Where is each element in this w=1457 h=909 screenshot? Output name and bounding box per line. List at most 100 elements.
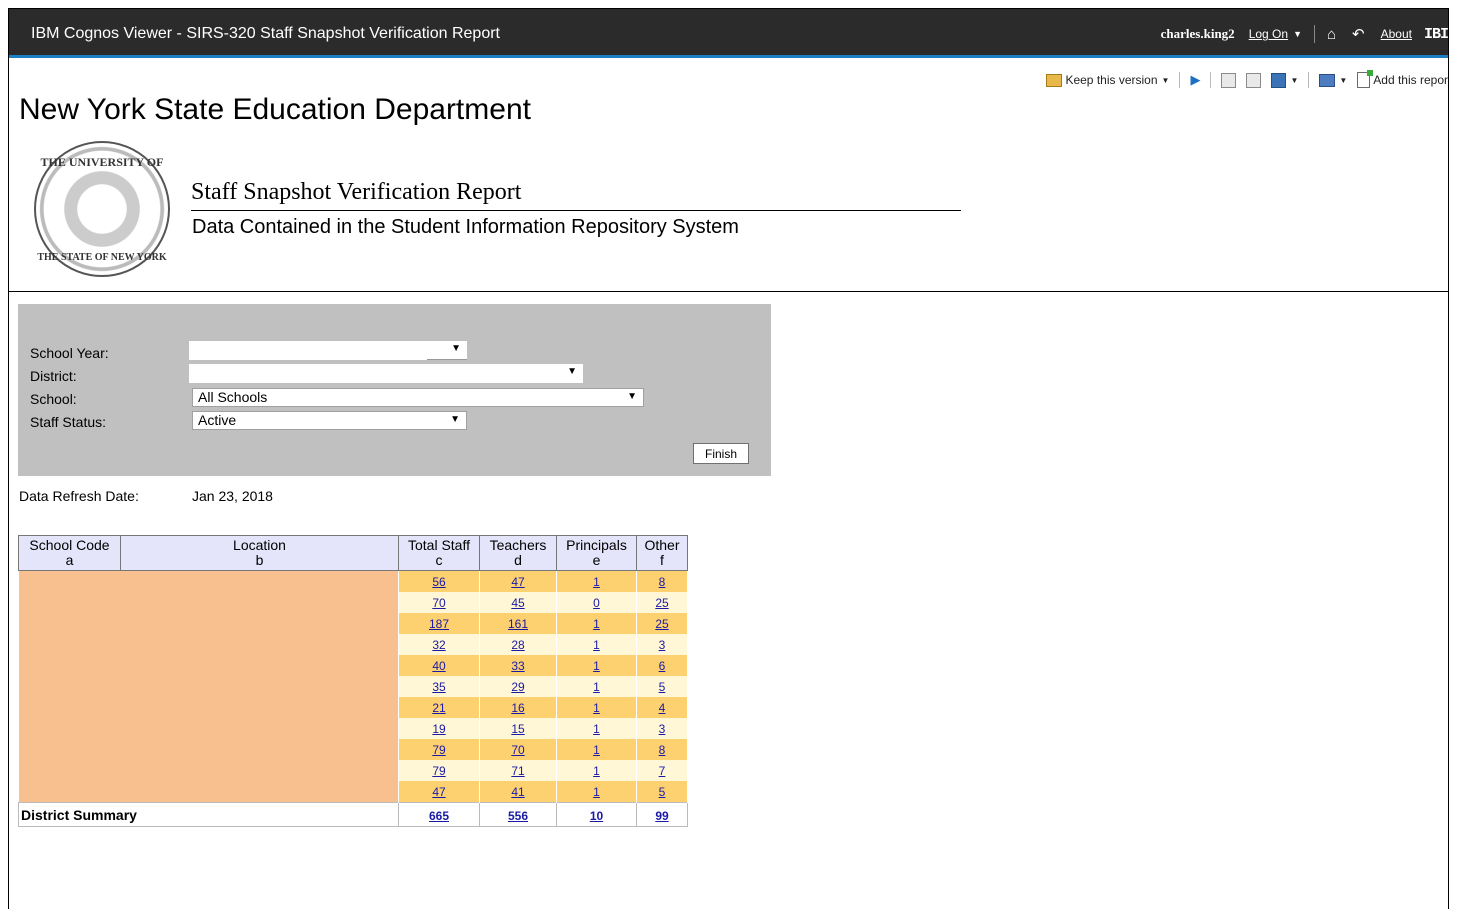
teachers-cell: 29 — [479, 676, 557, 697]
other-link[interactable]: 25 — [655, 596, 668, 610]
teachers-link[interactable]: 161 — [508, 617, 528, 631]
principals-cell: 1 — [556, 760, 637, 781]
other-cell: 3 — [636, 634, 688, 655]
home-icon[interactable]: ⌂ — [1327, 26, 1336, 43]
teachers-link[interactable]: 71 — [511, 764, 524, 778]
header-letter: c — [435, 552, 443, 568]
principals-link[interactable]: 1 — [593, 701, 600, 715]
other-link[interactable]: 3 — [659, 722, 666, 736]
other-link[interactable]: 3 — [659, 638, 666, 652]
total-staff-link[interactable]: 70 — [432, 596, 445, 610]
chevron-down-icon: ▼ — [1339, 75, 1348, 85]
drill-up-button[interactable] — [1246, 72, 1262, 88]
table-header-row: School Code a Location b Total Staff c Teac… — [18, 535, 688, 571]
state-seal-logo: THE UNIVERSITY OF THE STATE OF NEW YORK — [34, 141, 170, 277]
teachers-cell: 33 — [479, 655, 557, 676]
view-format-button[interactable]: ▼ — [1319, 73, 1348, 87]
header-divider — [9, 291, 1448, 292]
other-link[interactable]: 7 — [659, 764, 666, 778]
drill-up-icon — [1246, 72, 1262, 88]
teachers-link[interactable]: 15 — [511, 722, 524, 736]
other-link[interactable]: 5 — [659, 785, 666, 799]
add-report-button[interactable]: Add this repor — [1357, 70, 1448, 88]
principals-link[interactable]: 1 — [593, 785, 600, 799]
teachers-cell: 71 — [479, 760, 557, 781]
principals-link[interactable]: 1 — [593, 680, 600, 694]
principals-cell: 1 — [556, 697, 637, 718]
log-on-chevron-icon[interactable]: ▼ — [1293, 29, 1302, 39]
total-staff-link[interactable]: 79 — [432, 743, 445, 757]
add-report-label: Add this repor — [1373, 73, 1448, 87]
teachers-link[interactable]: 70 — [511, 743, 524, 757]
principals-link[interactable]: 1 — [593, 575, 600, 589]
chevron-down-icon: ▼ — [1290, 75, 1299, 85]
related-links-icon — [1271, 72, 1287, 88]
about-link[interactable]: About — [1381, 27, 1412, 41]
total-staff-link[interactable]: 40 — [432, 659, 445, 673]
teachers-link[interactable]: 45 — [511, 596, 524, 610]
total-staff-link[interactable]: 21 — [432, 701, 445, 715]
total-staff-link[interactable]: 32 — [432, 638, 445, 652]
return-icon[interactable]: ↶ — [1352, 25, 1365, 43]
other-link[interactable]: 8 — [659, 575, 666, 589]
principals-link[interactable]: 1 — [593, 659, 600, 673]
district-summary-label: District Summary — [18, 802, 399, 827]
summary-principals-link[interactable]: 10 — [590, 809, 603, 823]
teachers-link[interactable]: 16 — [511, 701, 524, 715]
principals-link[interactable]: 0 — [593, 596, 600, 610]
other-link[interactable]: 8 — [659, 743, 666, 757]
seal-top-text: THE UNIVERSITY OF — [40, 155, 164, 169]
run-icon[interactable]: ▶ — [1190, 72, 1200, 88]
summary-principals-cell: 10 — [556, 802, 637, 827]
keep-version-label: Keep this version — [1065, 73, 1158, 87]
other-cell: 7 — [636, 760, 688, 781]
teachers-link[interactable]: 41 — [511, 785, 524, 799]
total-staff-link[interactable]: 79 — [432, 764, 445, 778]
chevron-down-icon: ▼ — [567, 366, 577, 377]
total-staff-link[interactable]: 19 — [432, 722, 445, 736]
district-select[interactable]: ▼ — [189, 364, 583, 383]
school-year-select[interactable]: ▼ — [189, 341, 467, 360]
principals-link[interactable]: 1 — [593, 764, 600, 778]
principals-link[interactable]: 1 — [593, 743, 600, 757]
column-header-principals: Principals e — [556, 535, 637, 571]
other-link[interactable]: 6 — [659, 659, 666, 673]
summary-teachers-link[interactable]: 556 — [508, 809, 528, 823]
column-header-location: Location b — [120, 535, 399, 571]
total-staff-link[interactable]: 187 — [429, 617, 449, 631]
header-letter: a — [65, 552, 74, 568]
other-cell: 5 — [636, 676, 688, 697]
summary-total-link[interactable]: 665 — [429, 809, 449, 823]
keep-version-button[interactable]: Keep this version ▼ — [1046, 73, 1169, 87]
total-staff-link[interactable]: 47 — [432, 785, 445, 799]
other-link[interactable]: 5 — [659, 680, 666, 694]
select-underline — [427, 359, 467, 360]
teachers-link[interactable]: 33 — [511, 659, 524, 673]
staff-status-select[interactable]: Active ▼ — [192, 411, 467, 430]
school-select[interactable]: All Schools ▼ — [192, 388, 644, 407]
seal-bottom-text: THE STATE OF NEW YORK — [37, 252, 167, 263]
school-label: School: — [30, 391, 77, 407]
report-title: Staff Snapshot Verification Report — [191, 179, 522, 205]
total-staff-link[interactable]: 56 — [432, 575, 445, 589]
table-row: 56 47 1 8 — [18, 570, 688, 803]
principals-cell: 1 — [556, 655, 637, 676]
log-on-link[interactable]: Log On — [1249, 27, 1288, 41]
summary-total-cell: 665 — [398, 802, 480, 827]
summary-other-link[interactable]: 99 — [655, 809, 668, 823]
window-title: IBM Cognos Viewer - SIRS-320 Staff Snaps… — [31, 25, 500, 42]
related-links-button[interactable]: ▼ — [1271, 72, 1299, 88]
finish-button[interactable]: Finish — [693, 443, 749, 464]
teachers-link[interactable]: 47 — [511, 575, 524, 589]
other-link[interactable]: 25 — [655, 617, 668, 631]
total-staff-link[interactable]: 35 — [432, 680, 445, 694]
principals-link[interactable]: 1 — [593, 617, 600, 631]
other-link[interactable]: 4 — [659, 701, 666, 715]
teachers-link[interactable]: 28 — [511, 638, 524, 652]
drill-down-button[interactable] — [1221, 72, 1237, 88]
principals-link[interactable]: 1 — [593, 638, 600, 652]
total-staff-cell: 47 — [398, 781, 480, 803]
principals-cell: 1 — [556, 676, 637, 697]
teachers-link[interactable]: 29 — [511, 680, 524, 694]
principals-link[interactable]: 1 — [593, 722, 600, 736]
